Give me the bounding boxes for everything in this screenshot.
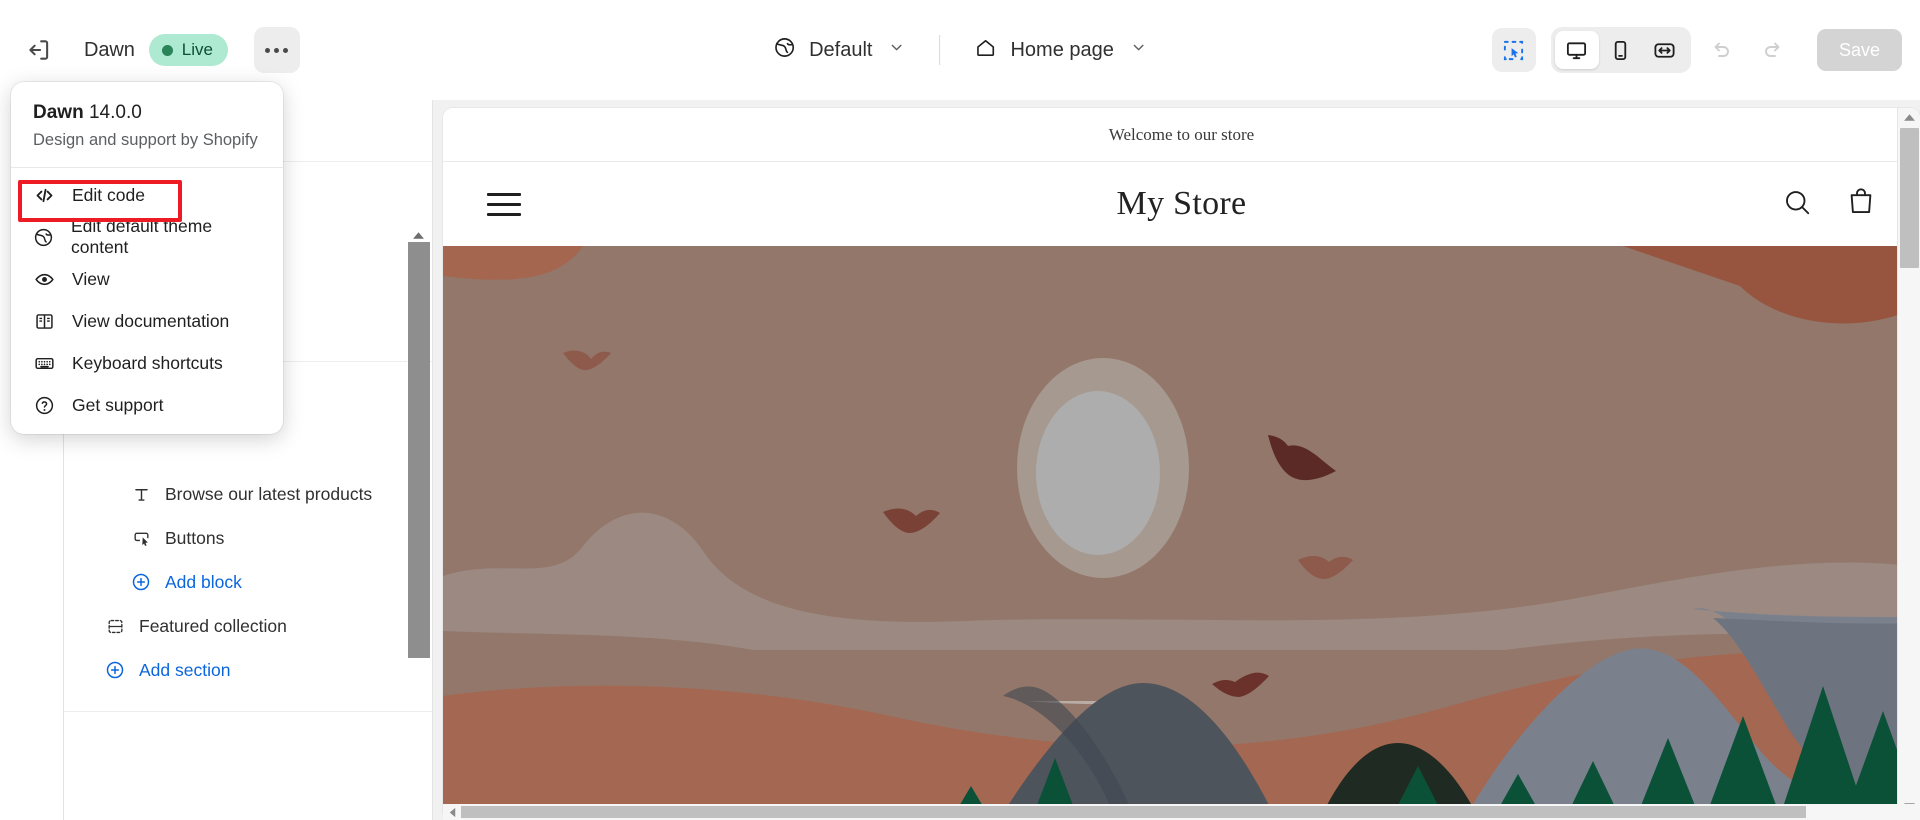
hero-svg — [443, 246, 1920, 813]
dot-icon — [283, 47, 289, 53]
menu-item-label: Edit code — [72, 184, 145, 205]
plus-circle-icon — [130, 572, 152, 592]
announcement-bar[interactable]: Welcome to our store — [443, 108, 1920, 162]
globe-icon — [773, 36, 796, 65]
top-toolbar: Dawn Live Default Home page Save — [0, 0, 1920, 100]
preview-horizontal-scrollbar[interactable] — [443, 804, 1920, 820]
exit-arrow-icon[interactable] — [16, 27, 62, 73]
live-dot-icon — [161, 44, 173, 56]
sidebar-row-label: Add block — [165, 571, 242, 592]
redo-icon[interactable] — [1751, 28, 1795, 72]
menu-item-label: Get support — [72, 394, 164, 415]
section-icon — [104, 617, 126, 636]
scroll-up-arrow-icon[interactable] — [1898, 108, 1920, 126]
fullscreen-icon[interactable] — [1643, 31, 1687, 69]
toolbar-center-group: Default Home page — [761, 0, 1159, 100]
page-selector-label: Home page — [1010, 38, 1114, 61]
sidebar-scrollbar[interactable] — [407, 228, 430, 660]
preview-pane: Welcome to our store My Store — [433, 100, 1920, 820]
sidebar-footer-divider — [64, 692, 432, 712]
plus-circle-icon — [104, 660, 126, 680]
dot-icon — [274, 47, 280, 53]
hero-illustration — [443, 246, 1920, 813]
toolbar-right-group: Save — [1491, 27, 1902, 73]
scroll-left-arrow-icon[interactable] — [443, 807, 461, 818]
sidebar-row-label: Browse our latest products — [165, 483, 373, 504]
theme-actions-popover: Dawn 14.0.0 Design and support by Shopif… — [11, 82, 283, 434]
button-icon — [130, 529, 152, 548]
market-selector-label: Default — [809, 38, 873, 61]
eye-icon — [33, 269, 55, 290]
popover-menu-list: Edit code Edit default theme content Vie… — [11, 168, 283, 426]
store-header: My Store — [443, 162, 1920, 246]
chevron-down-icon — [1130, 39, 1147, 62]
menu-item-label: Keyboard shortcuts — [72, 352, 223, 373]
desktop-icon[interactable] — [1554, 31, 1599, 69]
store-preview-frame: Welcome to our store My Store — [443, 108, 1920, 813]
text-icon — [130, 485, 152, 504]
announcement-text: Welcome to our store — [1108, 124, 1255, 144]
page-selector[interactable]: Home page — [962, 28, 1158, 72]
status-badge: Live — [148, 34, 228, 66]
menu-item-label: View — [72, 268, 110, 289]
hamburger-line — [487, 212, 521, 216]
more-options-button[interactable] — [253, 27, 300, 73]
popover-title: Dawn 14.0.0 — [33, 102, 261, 124]
menu-item-keyboard-shortcuts[interactable]: Keyboard shortcuts — [11, 342, 283, 384]
home-icon — [974, 36, 997, 65]
store-header-actions — [1782, 187, 1876, 222]
code-icon — [33, 185, 55, 206]
menu-item-label: Edit default theme content — [71, 216, 213, 257]
menu-item-get-support[interactable]: Get support — [11, 384, 283, 426]
menu-item-view-documentation[interactable]: View documentation — [11, 300, 283, 342]
market-selector[interactable]: Default — [761, 28, 917, 72]
theme-name: Dawn — [84, 38, 135, 61]
question-circle-icon — [33, 395, 55, 416]
save-button[interactable]: Save — [1816, 29, 1902, 71]
preview-hscroll-thumb[interactable] — [461, 806, 1806, 818]
menu-item-edit-code[interactable]: Edit code — [11, 174, 283, 216]
theme-editor-app: Dawn Live Default Home page Save Browse … — [0, 0, 1920, 820]
cart-icon[interactable] — [1846, 187, 1876, 222]
popover-subtitle: Design and support by Shopify — [33, 131, 258, 149]
sidebar-block-text[interactable]: Browse our latest products — [64, 472, 432, 516]
sidebar-row-label: Add section — [139, 659, 231, 680]
hamburger-icon[interactable] — [487, 192, 521, 216]
book-icon — [33, 311, 55, 332]
popover-header: Dawn 14.0.0 Design and support by Shopif… — [11, 82, 283, 168]
popover-theme-name: Dawn — [33, 102, 84, 123]
hamburger-line — [487, 192, 521, 196]
sidebar-block-buttons[interactable]: Buttons — [64, 516, 432, 560]
device-toggle-group — [1550, 27, 1691, 73]
chevron-down-icon — [888, 39, 905, 62]
toolbar-divider — [939, 35, 941, 65]
sidebar-row-label: Featured collection — [139, 615, 287, 636]
globe-icon — [33, 227, 54, 248]
status-badge-label: Live — [181, 40, 213, 59]
add-block-button[interactable]: Add block — [64, 560, 432, 604]
undo-icon[interactable] — [1699, 28, 1743, 72]
menu-item-edit-default-theme-content[interactable]: Edit default theme content — [11, 216, 283, 258]
dot-icon — [265, 47, 271, 53]
sidebar-section-featured-collection[interactable]: Featured collection — [64, 604, 432, 648]
menu-item-label: View documentation — [72, 310, 230, 331]
sidebar-scroll-thumb[interactable] — [408, 242, 430, 658]
menu-item-view[interactable]: View — [11, 258, 283, 300]
hamburger-line — [487, 202, 521, 206]
scroll-up-arrow-icon[interactable] — [407, 228, 430, 242]
search-icon[interactable] — [1782, 187, 1812, 222]
store-title: My Store — [1116, 185, 1247, 222]
sidebar-row-label: Buttons — [165, 527, 225, 548]
inspector-select-icon[interactable] — [1491, 28, 1536, 72]
preview-vertical-scrollbar[interactable] — [1897, 108, 1920, 813]
add-section-button[interactable]: Add section — [64, 648, 432, 692]
popover-theme-version: 14.0.0 — [88, 102, 142, 123]
toolbar-left-group: Dawn Live — [0, 27, 300, 73]
preview-scroll-thumb[interactable] — [1900, 128, 1919, 268]
keyboard-icon — [33, 353, 55, 374]
mobile-icon[interactable] — [1599, 31, 1643, 69]
